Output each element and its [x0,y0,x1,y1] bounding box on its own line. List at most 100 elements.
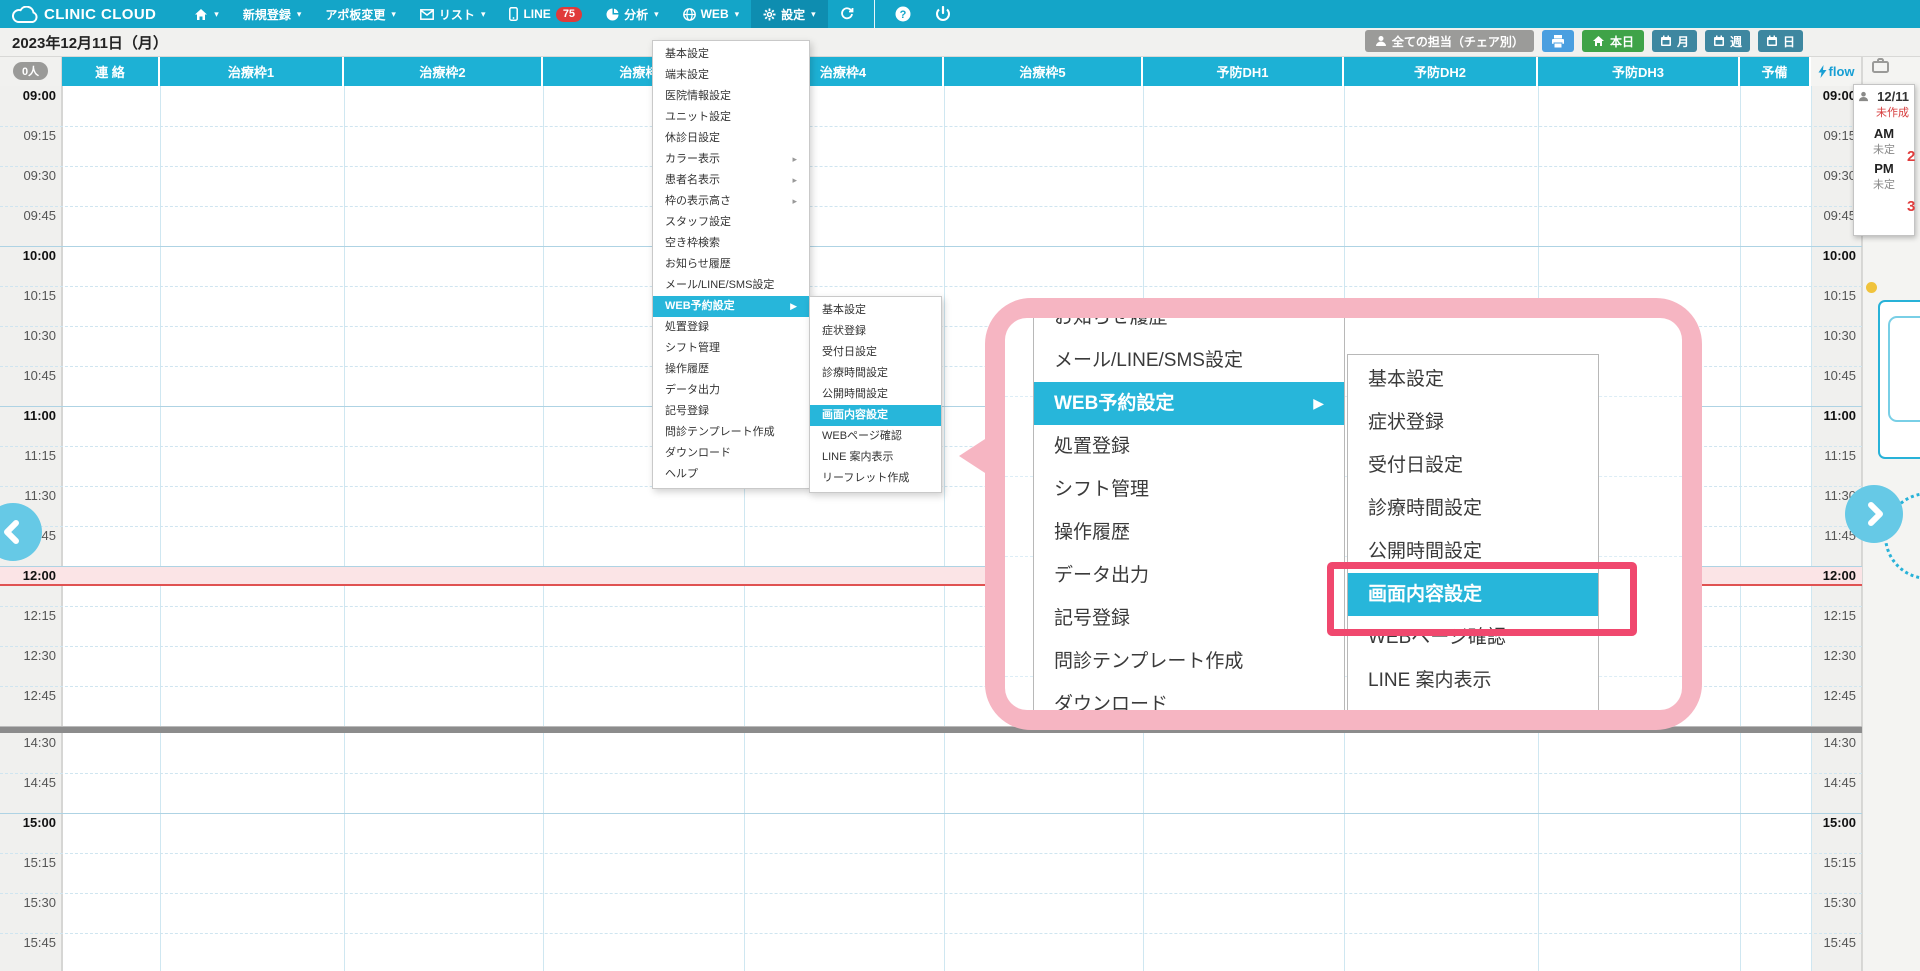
menu-item-label: リーフレット作成 [822,468,909,489]
web-submenu-item-2[interactable]: 症状登録 [810,321,941,342]
flow-toggle[interactable]: flow [1811,56,1862,86]
callout-submenu-item-2[interactable]: 症状登録 [1348,401,1598,444]
callout-settings-item-8[interactable]: 記号登録 [1034,597,1344,640]
quarter-gridline [0,126,1862,127]
briefcase-icon[interactable] [1872,58,1889,78]
web-submenu-item-8[interactable]: LINE 案内表示 [810,447,941,468]
menu-item-label: ダウンロード [1054,683,1168,710]
scroll-right-button[interactable] [1845,485,1903,543]
settings-menu-item-8[interactable]: 枠の表示高さ▸ [653,191,809,212]
settings-menu-item-7[interactable]: 患者名表示▸ [653,170,809,191]
callout-submenu-item-4[interactable]: 診療時間設定 [1348,487,1598,530]
settings-menu-item-9[interactable]: スタッフ設定 [653,212,809,233]
day-status-panel[interactable]: 12/11 未作成 AM 未定 PM 未定 [1853,84,1915,236]
settings-menu-item-10[interactable]: 空き枠検索 [653,233,809,254]
month-view-button[interactable]: 月 [1652,30,1697,52]
nav-item-line[interactable]: LINE75 [497,0,594,28]
settings-menu-item-17[interactable]: データ出力 [653,380,809,401]
menu-item-label: 処置登録 [1054,425,1130,468]
nav-item-home[interactable]: ▾ [182,0,231,28]
time-label: 11:00 [0,408,56,423]
menu-item-label: シフト管理 [665,338,720,359]
calendar-icon [1766,35,1778,47]
callout-settings-item-3[interactable]: WEB予約設定▶ [1034,382,1344,425]
view-buttons: 全ての担当（チェア別） 本日 月 [1365,30,1803,52]
logout-button[interactable] [923,0,963,28]
web-submenu-item-4[interactable]: 診療時間設定 [810,363,941,384]
menu-item-label: お知らせ履歴 [1054,318,1168,339]
day-view-button[interactable]: 日 [1758,30,1803,52]
time-label-right: 12:00 [1806,568,1856,583]
column-separator [543,86,544,971]
callout-settings-item-5[interactable]: シフト管理 [1034,468,1344,511]
nav-item-web[interactable]: WEB▾ [671,0,752,28]
settings-menu-item-20[interactable]: ダウンロード [653,443,809,464]
settings-menu-item-11[interactable]: お知らせ履歴 [653,254,809,275]
settings-menu-item-6[interactable]: カラー表示▸ [653,149,809,170]
web-submenu-item-6[interactable]: 画面内容設定 [810,405,941,426]
phone-icon [509,7,518,21]
callout-web-submenu: 基本設定症状登録受付日設定診療時間設定公開時間設定画面内容設定WEBページ確認L… [1347,354,1599,710]
web-submenu-item-3[interactable]: 受付日設定 [810,342,941,363]
menu-item-label: 空き枠検索 [665,233,720,254]
settings-menu-item-19[interactable]: 問診テンプレート作成 [653,422,809,443]
callout-settings-item-4[interactable]: 処置登録 [1034,425,1344,468]
settings-menu-item-15[interactable]: シフト管理 [653,338,809,359]
mail-icon [420,9,434,20]
week-view-button[interactable]: 週 [1705,30,1750,52]
settings-menu-item-18[interactable]: 記号登録 [653,401,809,422]
callout-settings-item-10[interactable]: ダウンロード [1034,683,1344,710]
callout-submenu-item-3[interactable]: 受付日設定 [1348,444,1598,487]
callout-settings-item-6[interactable]: 操作履歴 [1034,511,1344,554]
settings-menu-item-4[interactable]: ユニット設定 [653,107,809,128]
menu-item-label: ヘルプ [665,464,698,485]
web-submenu-item-9[interactable]: リーフレット作成 [810,468,941,489]
web-submenu-item-1[interactable]: 基本設定 [810,300,941,321]
chevron-down-icon: ▾ [214,9,219,20]
nav-item-appo-board-change[interactable]: アポ板変更▾ [313,0,408,28]
menu-item-label: LINE 案内表示 [1368,659,1492,702]
pm-label: PM [1859,161,1909,176]
web-submenu-item-7[interactable]: WEBページ確認 [810,426,941,447]
flow-label: flow [1829,64,1855,79]
settings-menu-item-13[interactable]: WEB予約設定▶ [653,296,809,317]
settings-menu-item-2[interactable]: 端末設定 [653,65,809,86]
menu-item-label: 公開時間設定 [822,384,888,405]
nav-item-analysis[interactable]: 分析▾ [594,0,671,28]
column-header-7: 予防DH1 [1143,56,1344,86]
callout-settings-item-9[interactable]: 問診テンプレート作成 [1034,640,1344,683]
column-header-10: 予備 [1740,56,1811,86]
print-button[interactable] [1542,30,1574,52]
time-label-right: 14:45 [1806,775,1856,790]
nav-item-refresh[interactable] [828,0,866,28]
help-button[interactable]: ? [883,0,923,28]
submenu-arrow-icon: ▶ [790,296,797,317]
callout-submenu-item-1[interactable]: 基本設定 [1348,358,1598,401]
callout-submenu-item-8[interactable]: LINE 案内表示 [1348,659,1598,702]
settings-menu-item-1[interactable]: 基本設定 [653,44,809,65]
all-staff-button[interactable]: 全ての担当（チェア別） [1365,30,1534,52]
callout-settings-item-1[interactable]: お知らせ履歴 [1034,318,1344,339]
nav-item-settings[interactable]: 設定▾ [751,0,828,28]
callout-settings-item-2[interactable]: メール/LINE/SMS設定 [1034,339,1344,382]
time-label: 11:30 [0,488,56,503]
callout-settings-item-7[interactable]: データ出力 [1034,554,1344,597]
settings-menu-item-5[interactable]: 休診日設定 [653,128,809,149]
settings-menu-item-16[interactable]: 操作履歴 [653,359,809,380]
submenu-arrow-icon: ▸ [792,170,797,191]
web-submenu-item-5[interactable]: 公開時間設定 [810,384,941,405]
menu-item-label: WEB予約設定 [1054,382,1174,425]
menu-item-label: 操作履歴 [665,359,709,380]
settings-menu-item-3[interactable]: 医院情報設定 [653,86,809,107]
nav-item-list[interactable]: リスト▾ [408,0,498,28]
column-header-1: 連 絡 [62,56,160,86]
column-separator [62,86,63,971]
settings-menu-item-21[interactable]: ヘルプ [653,464,809,485]
menu-item-label: シフト管理 [1054,468,1149,511]
quarter-gridline [0,206,1862,207]
today-button[interactable]: 本日 [1582,30,1644,52]
settings-menu-item-14[interactable]: 処置登録 [653,317,809,338]
nav-item-new-registration[interactable]: 新規登録▾ [231,0,314,28]
settings-menu-item-12[interactable]: メール/LINE/SMS設定 [653,275,809,296]
callout-submenu-item-9[interactable]: リーフレット作成 [1348,702,1598,710]
